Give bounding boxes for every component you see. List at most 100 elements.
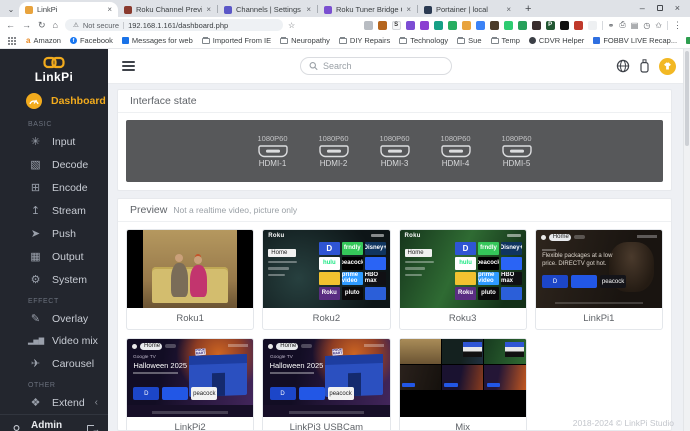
mix-tiles-strip [463,342,482,357]
bookmark-star-icon[interactable]: ☆ [288,21,295,30]
preview-item-linkpi1[interactable]: Home Flexible packages at a low price. D… [535,229,663,330]
avatar[interactable] [659,58,676,75]
app-tile: hulu [319,257,340,270]
home-icon[interactable]: ⌂ [53,21,58,30]
tab-search-button[interactable]: ⌄ [3,3,19,16]
browser-tab-linkpi[interactable]: LinkPi × [19,2,118,17]
extension-icon[interactable] [448,21,457,30]
sidebar-item-encode[interactable]: ⊞Encode [0,176,108,199]
sidebar-item-decode[interactable]: ▧Decode [0,153,108,176]
sidebar-item-carousel[interactable]: ✈Carousel [0,352,108,375]
browser-toolbar: ← → ↻ ⌂ ⚠ Not secure 192.168.1.161/dashb… [0,17,690,33]
link-tool-icon[interactable]: ⚭ [608,21,615,30]
extensions-tool-icon[interactable]: ✩ [655,21,662,30]
preview-item-roku2[interactable]: Roku Home D frndly Disney [262,229,390,330]
preview-item-mix[interactable]: Mix [399,338,527,431]
extension-icon[interactable] [420,21,429,30]
browser-menu-icon[interactable]: ⋮ [673,20,682,31]
bookmark-howto[interactable]: How To Make Your... [686,36,690,45]
bookmark-folder-imported[interactable]: Imported From IE [202,36,271,45]
close-button[interactable]: × [675,3,680,13]
browser-tab-roku-bridge[interactable]: Roku Tuner Bridge Official Rel.. × [318,2,417,17]
tab-close-icon[interactable]: × [107,5,112,14]
googletv-menu-bar [574,235,585,239]
firmware-flask-icon[interactable] [640,59,649,73]
hamburger-menu-icon[interactable] [122,59,136,73]
sidebar-item-dashboard[interactable]: Dashboard [0,88,108,114]
extension-icon[interactable] [406,21,415,30]
sidebar-user-block[interactable]: Admin administrator → [0,414,108,431]
preview-item-roku1[interactable]: Roku1 [126,229,254,330]
preview-thumbnail: Home Flexible packages at a low price. D… [536,230,662,308]
bookmark-folder-neuropathy[interactable]: Neuropathy [280,36,330,45]
bookmark-cdvr[interactable]: CDVR Helper [529,36,584,45]
extension-icon[interactable] [504,21,513,30]
extension-icon[interactable] [490,21,499,30]
bookmark-folder-technology[interactable]: Technology [399,36,448,45]
extension-icon[interactable] [364,21,373,30]
extension-icon[interactable] [588,21,597,30]
app-tile: hulu [455,257,476,270]
bookmark-label: DIY Repairs [350,36,390,45]
sidebar-item-overlay[interactable]: ✎Overlay [0,307,108,330]
new-tab-button[interactable]: + [525,3,531,15]
extension-icon[interactable]: S [392,21,401,30]
sidebar-item-push[interactable]: ➤Push [0,222,108,245]
search-input[interactable] [323,61,443,71]
extension-icon[interactable] [462,21,471,30]
bookmark-amazon[interactable]: aAmazon [26,36,61,45]
bookmark-fobbv[interactable]: FOBBV LIVE Recap... [593,36,677,45]
port-resolution: 1080P60 [433,134,479,143]
history-tool-icon[interactable]: ◷ [643,21,650,30]
preview-item-roku3[interactable]: Roku Home D frndly Disney [399,229,527,330]
app-tile: peacock [342,257,363,270]
bookmark-folder-temp[interactable]: Temp [491,36,520,45]
sidebar-item-stream[interactable]: ↥Stream [0,199,108,222]
restore-button[interactable] [657,5,663,11]
forward-icon[interactable]: → [22,21,31,30]
bookmark-folder-sue[interactable]: Sue [457,36,481,45]
tab-close-icon[interactable]: × [406,5,411,14]
sidebar-item-output[interactable]: ▦Output [0,245,108,268]
extension-icon[interactable] [518,21,527,30]
dashboard-content: Interface state 1080P60 HDMI-1 1080P60 H… [108,84,690,431]
browser-tab-portainer[interactable]: Portainer | local × [418,2,517,17]
scrollbar-thumb[interactable] [685,51,689,146]
extension-icon[interactable] [532,21,541,30]
browser-tab-channels[interactable]: Channels | Settings × [218,2,317,17]
extension-icon[interactable]: P [546,21,555,30]
bookmark-folder-diy[interactable]: DIY Repairs [339,36,390,45]
browser-tab-roku-channel[interactable]: Roku Channel Preview × [118,2,217,17]
extension-icon[interactable] [476,21,485,30]
sidebar-item-video-mix[interactable]: ▂▅▇Video mix [0,330,108,352]
hdmi-icon [441,145,471,158]
language-globe-icon[interactable] [616,59,630,73]
chevron-left-icon[interactable]: ‹ [95,397,98,408]
minimize-button[interactable]: – [640,3,645,13]
logout-icon[interactable]: → [87,425,100,431]
back-icon[interactable]: ← [6,21,15,30]
extension-icon[interactable] [434,21,443,30]
hdmi-icon [380,145,410,158]
preview-item-linkpi2[interactable]: SPOOKY MART Home Google TV Halloween 202… [126,338,254,431]
page-scrollbar[interactable] [683,49,690,431]
sidebar-item-input[interactable]: ✳Input [0,130,108,153]
sidebar-item-extend[interactable]: ❖Extend‹ [0,391,108,414]
extension-icon[interactable] [378,21,387,30]
wallet-tool-icon[interactable]: ▤ [631,21,639,30]
bookmark-messages[interactable]: Messages for web [122,36,193,45]
scene-subtitle-bar [270,372,314,375]
sidebar-item-system[interactable]: ⚙System [0,268,108,291]
tab-close-icon[interactable]: × [206,5,211,14]
tab-close-icon[interactable]: × [506,5,511,14]
amazon-icon: a [26,36,30,45]
tab-close-icon[interactable]: × [306,5,311,14]
preview-item-linkpi3-usbcam[interactable]: SPOOKY MART Home Google TV Halloween 202… [262,338,390,431]
extension-icon[interactable] [560,21,569,30]
reload-icon[interactable]: ↻ [38,21,46,30]
bookmark-facebook[interactable]: fFacebook [70,36,113,45]
print-tool-icon[interactable]: ⎙ [619,20,625,30]
address-bar[interactable]: ⚠ Not secure 192.168.1.161/dashboard.php [65,19,283,31]
search-box[interactable] [300,57,452,75]
extension-icon[interactable] [574,21,583,30]
